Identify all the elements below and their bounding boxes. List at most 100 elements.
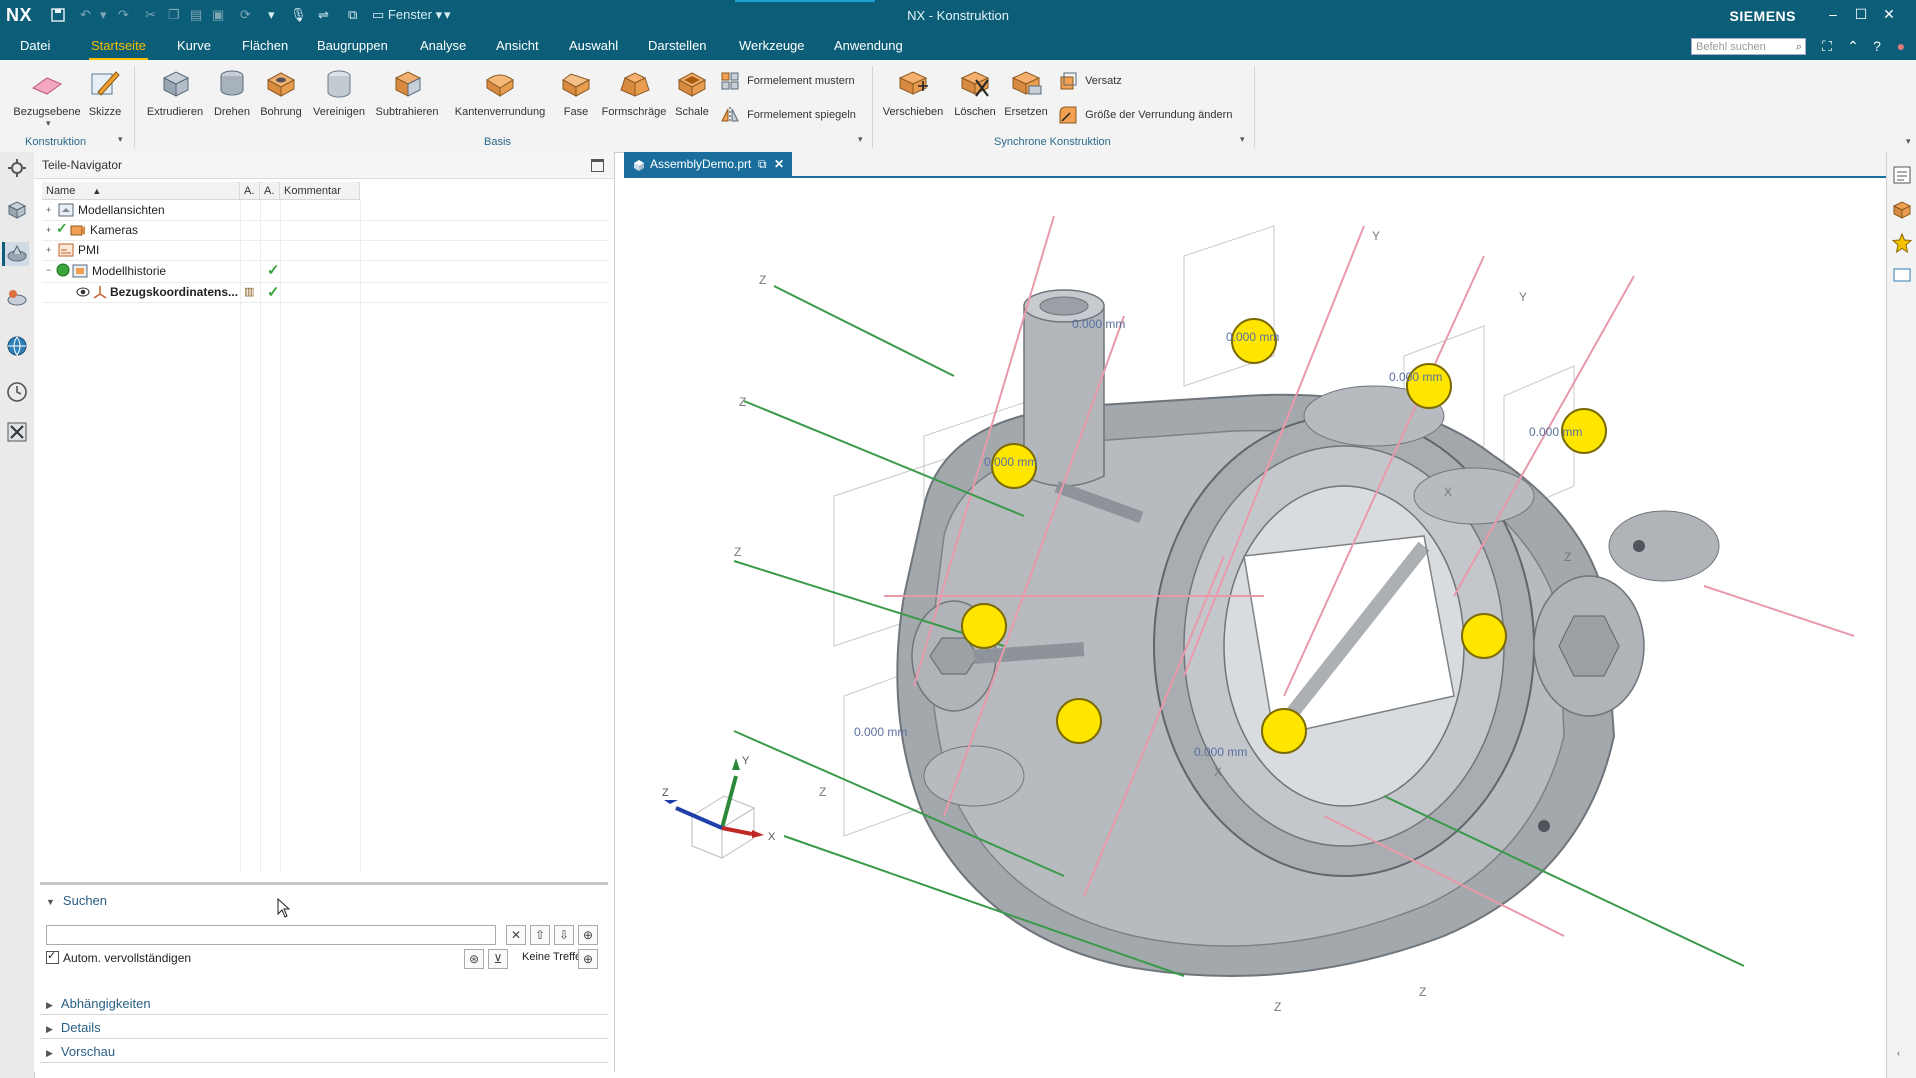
- extrudieren-button[interactable]: Extrudieren: [142, 66, 208, 118]
- visibility-eye-icon[interactable]: [76, 285, 90, 302]
- favorites-icon[interactable]: [1891, 232, 1915, 256]
- formschraege-button[interactable]: Formschräge: [600, 66, 668, 118]
- process-studio-icon[interactable]: [5, 420, 29, 444]
- next-match-button[interactable]: ⇩: [554, 925, 574, 945]
- verschieben-button[interactable]: Verschieben: [880, 66, 946, 118]
- ersetzen-button[interactable]: Ersetzen: [1002, 66, 1050, 118]
- tree-row-bezugskoordinatensystem[interactable]: Bezugskoordinatens... ▥ ✓: [42, 282, 608, 303]
- axis-letter-z: Z: [739, 395, 746, 409]
- model-history-icon: [72, 263, 88, 282]
- resize-blend-icon: [1058, 105, 1078, 125]
- web-browser-icon[interactable]: [5, 334, 29, 358]
- search-input[interactable]: [46, 925, 496, 945]
- properties-panel-icon[interactable]: [1891, 164, 1915, 188]
- synchron-group-menu-icon[interactable]: ▾: [1240, 134, 1245, 145]
- axis-letter-z: Z: [734, 545, 741, 559]
- column-header-a1[interactable]: A.: [240, 182, 260, 200]
- dimension-label: 0.000 mm: [1194, 745, 1247, 759]
- autocomplete-checkbox[interactable]: Autom. vervollständigen: [46, 949, 191, 965]
- minimize-button[interactable]: –: [1820, 4, 1846, 24]
- bohrung-label: Bohrung: [260, 106, 302, 118]
- search-settings-button[interactable]: ⊕: [578, 949, 598, 969]
- ribbon-options-icon[interactable]: ▾: [1906, 136, 1911, 147]
- expand-icon[interactable]: +: [46, 225, 51, 235]
- undock-icon[interactable]: ⧉: [758, 152, 767, 176]
- maximize-panel-icon[interactable]: [591, 159, 604, 172]
- expand-icon[interactable]: +: [46, 205, 51, 215]
- details-section-header[interactable]: ▶ Details: [40, 1016, 608, 1039]
- search-icon: ⌕: [1795, 41, 1802, 53]
- search-section-header[interactable]: ▼ Suchen: [46, 893, 107, 908]
- bezugsebene-button[interactable]: Bezugsebene: [12, 66, 82, 118]
- panel-window-icon[interactable]: [1891, 264, 1915, 288]
- notification-icon[interactable]: ●: [1892, 37, 1910, 55]
- konstruktion-group-menu-icon[interactable]: ▾: [118, 134, 123, 145]
- menu-baugruppen[interactable]: Baugruppen: [317, 38, 388, 53]
- 3d-model-view[interactable]: 0.000 mm 0.000 mm 0.000 mm 0.000 mm 0.00…: [624, 176, 1886, 1060]
- menu-analyse[interactable]: Analyse: [420, 38, 466, 53]
- part-navigator-icon[interactable]: [2, 242, 29, 266]
- dimension-label: 0.000 mm: [1226, 330, 1279, 344]
- loeschen-button[interactable]: Löschen: [950, 66, 1000, 118]
- clear-search-button[interactable]: ✕: [506, 925, 526, 945]
- versatz-label: Versatz: [1085, 75, 1122, 87]
- previous-match-button[interactable]: ⇧: [530, 925, 550, 945]
- kantenverrundung-button[interactable]: Kantenverrundung: [450, 66, 550, 118]
- menu-kurve[interactable]: Kurve: [177, 38, 211, 53]
- command-search-placeholder: Befehl suchen: [1696, 41, 1766, 53]
- bohrung-button[interactable]: Bohrung: [256, 66, 306, 118]
- reuse-library-icon[interactable]: [5, 286, 29, 310]
- roles-icon[interactable]: [1891, 198, 1915, 222]
- rail-collapse-icon[interactable]: ‹: [1897, 1048, 1900, 1058]
- close-button[interactable]: ✕: [1876, 4, 1902, 24]
- expand-icon[interactable]: +: [46, 245, 51, 255]
- help-icon[interactable]: ?: [1868, 37, 1886, 55]
- document-tab[interactable]: AssemblyDemo.prt ⧉ ✕: [624, 152, 792, 176]
- tree-row-modellhistorie[interactable]: − Modellhistorie ✓: [42, 260, 608, 283]
- vereinigen-button[interactable]: Vereinigen: [310, 66, 368, 118]
- command-search-input[interactable]: Befehl suchen ⌕: [1691, 38, 1806, 55]
- column-header-kommentar[interactable]: Kommentar: [280, 182, 360, 200]
- tree-row-kameras[interactable]: + ✓ Kameras: [42, 220, 608, 241]
- close-tab-icon[interactable]: ✕: [774, 152, 784, 176]
- menu-ansicht[interactable]: Ansicht: [496, 38, 539, 53]
- graphics-window[interactable]: AssemblyDemo.prt ⧉ ✕ 0.000 mm 0.000 mm 0…: [624, 152, 1886, 1060]
- menu-darstellen[interactable]: Darstellen: [648, 38, 707, 53]
- vorschau-section-header[interactable]: ▶ Vorschau: [40, 1040, 608, 1063]
- subtrahieren-button[interactable]: Subtrahieren: [372, 66, 442, 118]
- filter-icon[interactable]: ⊻: [488, 949, 508, 969]
- collapse-ribbon-icon[interactable]: ⌃: [1844, 37, 1862, 55]
- maximize-button[interactable]: ☐: [1848, 4, 1874, 24]
- menu-werkzeuge[interactable]: Werkzeuge: [739, 38, 805, 53]
- formelement-mustern-button[interactable]: Formelement mustern: [720, 70, 855, 92]
- gear-icon[interactable]: [5, 156, 29, 180]
- skizze-button[interactable]: Skizze: [84, 66, 126, 118]
- column-header-name[interactable]: Name ▲: [42, 182, 240, 200]
- schale-button[interactable]: Schale: [670, 66, 714, 118]
- formelement-spiegeln-label: Formelement spiegeln: [747, 109, 856, 121]
- chevron-down-icon[interactable]: ▾: [46, 118, 51, 129]
- tree-row-modellansichten[interactable]: + Modellansichten: [42, 200, 608, 221]
- groesse-verrundung-button[interactable]: Größe der Verrundung ändern: [1058, 104, 1232, 126]
- menu-flaechen[interactable]: Flächen: [242, 38, 288, 53]
- versatz-button[interactable]: Versatz: [1058, 70, 1122, 92]
- formelement-spiegeln-button[interactable]: Formelement spiegeln: [720, 104, 856, 126]
- fase-button[interactable]: Fase: [556, 66, 596, 118]
- extrude-icon: [158, 66, 192, 100]
- tree-row-pmi[interactable]: + PMI: [42, 240, 608, 261]
- pmi-icon: [58, 242, 74, 261]
- collapse-icon[interactable]: −: [46, 265, 51, 275]
- history-icon[interactable]: [5, 380, 29, 404]
- abhaengigkeiten-section-header[interactable]: ▶ Abhängigkeiten: [40, 992, 608, 1015]
- menu-anwendung[interactable]: Anwendung: [834, 38, 903, 53]
- assembly-navigator-icon[interactable]: [5, 198, 29, 222]
- search-options-button[interactable]: ⊕: [578, 925, 598, 945]
- column-header-a2[interactable]: A.: [260, 182, 280, 200]
- drehen-button[interactable]: Drehen: [210, 66, 254, 118]
- menu-auswahl[interactable]: Auswahl: [569, 38, 618, 53]
- fullscreen-icon[interactable]: ⛶: [1818, 37, 1836, 55]
- search-filter-button[interactable]: ⊛: [464, 949, 484, 969]
- menu-startseite[interactable]: Startseite: [89, 38, 148, 61]
- menu-datei[interactable]: Datei: [20, 38, 50, 53]
- basis-group-menu-icon[interactable]: ▾: [858, 134, 863, 145]
